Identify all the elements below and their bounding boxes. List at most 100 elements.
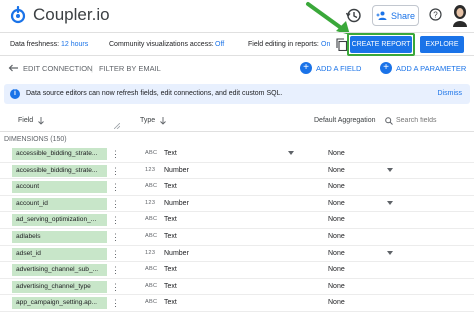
add-person-icon: [376, 11, 387, 20]
share-label: Share: [390, 10, 416, 21]
more-vert-icon[interactable]: ⋮: [111, 281, 120, 293]
share-button[interactable]: Share: [372, 5, 419, 26]
type-select[interactable]: Text: [164, 266, 177, 273]
edit-connection-bar: EDIT CONNECTION | FILTER BY EMAIL + ADD …: [0, 56, 474, 80]
edit-connection-link[interactable]: EDIT CONNECTION: [23, 64, 92, 73]
type-select[interactable]: Text: [164, 233, 177, 240]
avatar[interactable]: [450, 3, 470, 27]
help-icon[interactable]: ?: [429, 8, 442, 21]
aggregation-select[interactable]: None: [328, 250, 345, 257]
type-icon: 123: [145, 249, 156, 256]
aggregation-select[interactable]: None: [328, 200, 345, 207]
type-select[interactable]: Number: [164, 250, 189, 257]
create-report-button[interactable]: CREATE REPORT: [350, 36, 412, 53]
more-vert-icon[interactable]: ⋮: [111, 198, 120, 210]
type-select[interactable]: Text: [164, 299, 177, 306]
table-row[interactable]: advertising_channel_sub_... ⋮ ABC Text None: [0, 262, 474, 279]
freshness-value[interactable]: 12 hours: [61, 41, 88, 48]
table-row[interactable]: account_id ⋮ 123 Number None: [0, 196, 474, 213]
type-icon: 123: [145, 199, 156, 206]
aggregation-select[interactable]: None: [328, 150, 345, 157]
field-name-chip[interactable]: ad_serving_optimization_...: [12, 214, 107, 227]
aggregation-select[interactable]: None: [328, 167, 345, 174]
table-row[interactable]: advertising_channel_type ⋮ ABC Text None: [0, 279, 474, 296]
dropdown-icon[interactable]: [387, 250, 393, 255]
banner-message: Data source editors can now refresh fiel…: [26, 90, 283, 97]
type-select[interactable]: Number: [164, 200, 189, 207]
more-vert-icon[interactable]: ⋮: [111, 181, 120, 193]
field-editing-value[interactable]: On: [321, 41, 330, 48]
plus-icon[interactable]: +: [300, 62, 312, 74]
table-row[interactable]: adset_id ⋮ 123 Number None: [0, 246, 474, 263]
info-icon: i: [10, 89, 20, 99]
aggregation-select[interactable]: None: [328, 266, 345, 273]
explore-button[interactable]: EXPLORE: [420, 36, 464, 53]
resize-handle-icon[interactable]: [114, 123, 120, 129]
more-vert-icon[interactable]: ⋮: [111, 165, 120, 177]
aggregation-select[interactable]: None: [328, 183, 345, 190]
table-row[interactable]: app_campaign_setting.ap... ⋮ ABC Text None: [0, 295, 474, 312]
field-name-chip[interactable]: app_campaign_setting.ap...: [12, 297, 107, 310]
more-vert-icon[interactable]: ⋮: [111, 214, 120, 226]
table-header: Field Type Default Aggregation: [0, 110, 474, 132]
table-row[interactable]: ad_serving_optimization_... ⋮ ABC Text None: [0, 212, 474, 229]
add-field-link[interactable]: ADD A FIELD: [316, 64, 361, 73]
more-vert-icon[interactable]: ⋮: [111, 248, 120, 260]
table-row[interactable]: account ⋮ ABC Text None: [0, 179, 474, 196]
more-vert-icon[interactable]: ⋮: [111, 264, 120, 276]
community-value[interactable]: Off: [215, 41, 224, 48]
app-title: Coupler.io: [33, 5, 110, 24]
sort-arrow-icon[interactable]: [38, 117, 44, 125]
dismiss-button[interactable]: Dismiss: [438, 90, 463, 97]
column-header-field[interactable]: Field: [18, 117, 33, 124]
column-header-type[interactable]: Type: [140, 117, 155, 124]
community-label: Community visualizations access:: [109, 41, 214, 48]
add-parameter-link[interactable]: ADD A PARAMETER: [396, 64, 466, 73]
aggregation-select[interactable]: None: [328, 216, 345, 223]
aggregation-select[interactable]: None: [328, 299, 345, 306]
type-icon: ABC: [145, 150, 158, 156]
type-select[interactable]: Text: [164, 216, 177, 223]
more-vert-icon[interactable]: ⋮: [111, 148, 120, 160]
type-select[interactable]: Text: [164, 183, 177, 190]
field-name-chip[interactable]: advertising_channel_sub_...: [12, 264, 107, 277]
plus-icon[interactable]: +: [380, 62, 392, 74]
info-banner: i Data source editors can now refresh fi…: [4, 84, 470, 104]
table-row[interactable]: adlabels ⋮ ABC Text None: [0, 229, 474, 246]
field-name-chip[interactable]: adlabels: [12, 231, 107, 243]
type-select[interactable]: Text: [164, 283, 177, 290]
more-vert-icon[interactable]: ⋮: [111, 231, 120, 243]
filter-by-email-link[interactable]: FILTER BY EMAIL: [99, 64, 161, 73]
field-name-chip[interactable]: accessible_bidding_strate...: [12, 148, 107, 160]
search-icon: [385, 117, 393, 125]
type-icon: ABC: [145, 216, 158, 223]
divider: |: [91, 64, 93, 73]
back-arrow-icon[interactable]: [8, 64, 18, 72]
search-fields-input[interactable]: [396, 115, 468, 126]
freshness-label: Data freshness:: [10, 41, 60, 48]
field-name-chip[interactable]: adset_id: [12, 247, 107, 260]
coupler-logo-icon[interactable]: [9, 6, 27, 24]
field-name-chip[interactable]: account_id: [12, 197, 107, 210]
top-bar: Coupler.io Share ?: [0, 0, 474, 32]
type-icon: ABC: [145, 233, 158, 239]
svg-text:?: ?: [433, 10, 438, 19]
field-name-chip[interactable]: account: [12, 181, 107, 194]
type-select[interactable]: Text: [164, 150, 177, 157]
table-row[interactable]: accessible_bidding_strate... ⋮ ABC Text None: [0, 146, 474, 163]
type-icon: ABC: [145, 266, 158, 273]
dropdown-icon[interactable]: [387, 200, 393, 205]
dropdown-icon[interactable]: [288, 151, 294, 155]
more-vert-icon[interactable]: ⋮: [111, 297, 120, 309]
type-select[interactable]: Number: [164, 167, 189, 174]
table-row[interactable]: accessible_bidding_strate... ⋮ 123 Number No…: [0, 163, 474, 180]
dropdown-icon[interactable]: [387, 167, 393, 172]
aggregation-select[interactable]: None: [328, 283, 345, 290]
type-icon: ABC: [145, 282, 158, 289]
field-name-chip[interactable]: accessible_bidding_strate...: [12, 164, 107, 177]
field-name-chip[interactable]: advertising_channel_type: [12, 280, 107, 293]
sort-arrow-icon[interactable]: [160, 117, 166, 125]
type-icon: ABC: [145, 183, 158, 190]
field-editing-label: Field editing in reports:: [248, 41, 319, 48]
aggregation-select[interactable]: None: [328, 233, 345, 240]
